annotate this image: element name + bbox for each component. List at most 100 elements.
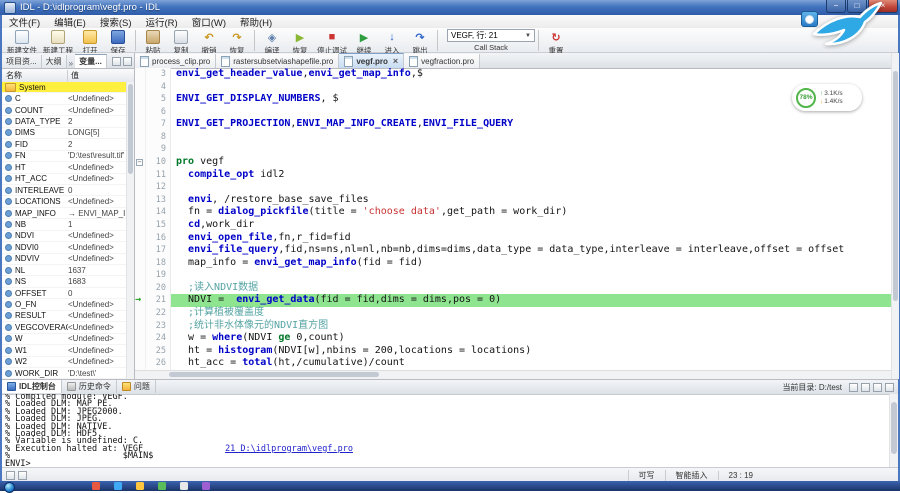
taskbar-app-2-icon[interactable] bbox=[114, 482, 122, 490]
console-tab[interactable]: 问题 bbox=[117, 380, 156, 393]
variable-row[interactable]: OFFSET 0 bbox=[2, 288, 127, 300]
code-line[interactable]: 15 cd,work_dir bbox=[135, 218, 891, 232]
toolbar-button-new-file[interactable]: 新建文件 bbox=[4, 29, 40, 56]
titlebar[interactable]: IDL - D:\idlprogram\vegf.pro - IDL − □ × bbox=[0, 0, 900, 15]
toolbar-button-continue[interactable]: 继续 bbox=[350, 29, 378, 56]
clear-console-icon[interactable] bbox=[849, 382, 858, 392]
scrollbar-thumb[interactable] bbox=[891, 402, 897, 454]
variable-row[interactable]: HT <Undefined> bbox=[2, 162, 127, 174]
taskbar-app-1-icon[interactable] bbox=[92, 482, 100, 490]
console-tab[interactable]: 历史命令 bbox=[62, 380, 117, 393]
variable-row[interactable]: FID 2 bbox=[2, 139, 127, 151]
toolbar-button-undo[interactable]: 撤销 bbox=[195, 29, 223, 56]
scrollbar-thumb[interactable] bbox=[169, 372, 379, 377]
code-line[interactable]: 12 bbox=[135, 181, 891, 194]
variable-row[interactable]: FN 'D:\test\result.tif' bbox=[2, 151, 127, 163]
left-panel-tab[interactable]: 变量... bbox=[75, 54, 107, 68]
menu-item[interactable]: 文件(F) bbox=[2, 15, 47, 29]
menu-item[interactable]: 窗口(W) bbox=[185, 15, 233, 29]
taskbar-app-3-icon[interactable] bbox=[136, 482, 144, 490]
close-tab-icon[interactable]: × bbox=[393, 56, 398, 66]
editor-tab[interactable]: vegfraction.pro bbox=[404, 54, 481, 68]
code-line[interactable]: 4 bbox=[135, 80, 891, 94]
statusbar-icon[interactable] bbox=[18, 470, 27, 480]
fold-collapse-icon[interactable]: − bbox=[136, 158, 143, 166]
variable-row[interactable]: COUNT <Undefined> bbox=[2, 105, 127, 117]
variable-row[interactable]: NDVIV <Undefined> bbox=[2, 254, 127, 265]
menu-item[interactable]: 编辑(E) bbox=[47, 15, 93, 29]
editor-horizontal-scrollbar[interactable] bbox=[135, 370, 891, 379]
variable-row[interactable]: VEGCOVERAGE<Undefined> bbox=[2, 322, 127, 334]
toolbar-button-step-into[interactable]: 进入 bbox=[378, 29, 406, 56]
editor-tab[interactable]: vegf.pro × bbox=[339, 53, 405, 68]
taskbar-app-4-icon[interactable] bbox=[158, 482, 166, 490]
toolbar-button-step-out[interactable]: 跳出 bbox=[406, 29, 434, 56]
editor-vertical-scrollbar[interactable] bbox=[891, 53, 899, 379]
toolbar-button-resume[interactable]: 恢复 bbox=[286, 29, 314, 56]
windows-taskbar[interactable] bbox=[0, 481, 900, 493]
variable-row[interactable]: HT_ACC <Undefined> bbox=[2, 174, 127, 185]
code-line[interactable]: 5 ENVI_GET_DISPLAY_NUMBERS, $ bbox=[135, 93, 891, 106]
code-line[interactable]: 25 ht = histogram(NDVI[w],nbins = 200,lo… bbox=[135, 344, 891, 358]
maximize-panel-icon[interactable] bbox=[885, 382, 894, 392]
menu-item[interactable]: 搜索(S) bbox=[93, 15, 139, 29]
source-link[interactable]: 21 D:\idlprogram\vegf.pro bbox=[225, 444, 353, 454]
code-line[interactable]: 13 envi, /restore_base_save_files bbox=[135, 193, 891, 207]
left-panel-tab[interactable]: 项目资... bbox=[2, 55, 42, 68]
speed-overlay[interactable]: 78% 3.1K/s 1.4K/s bbox=[792, 84, 862, 111]
code-line[interactable]: 20 ;读入NDVI数据 bbox=[135, 281, 891, 295]
code-line[interactable]: 9 bbox=[135, 143, 891, 157]
variable-row[interactable]: MAP_INFO → ENVI_MAP_INFO... bbox=[2, 208, 127, 220]
column-header-value[interactable]: 值 bbox=[68, 70, 134, 81]
code-line[interactable]: 23 ;统计非水体像元的NDVI直方图 bbox=[135, 319, 891, 333]
code-line[interactable]: 11 compile_opt idl2 bbox=[135, 168, 891, 182]
screenshot-tool-icon[interactable] bbox=[801, 11, 818, 27]
toolbar-button-paste[interactable]: 粘贴 bbox=[139, 29, 167, 56]
code-line[interactable]: 26 ht_acc = total(ht,/cumulative)/count bbox=[135, 357, 891, 370]
column-header-name[interactable]: 名称 bbox=[2, 70, 68, 81]
variable-row[interactable]: O_FN <Undefined> bbox=[2, 299, 127, 311]
toolbar-button-open[interactable]: 打开 bbox=[76, 29, 104, 56]
code-line[interactable]: 6 bbox=[135, 105, 891, 119]
scrollbar-thumb[interactable] bbox=[893, 71, 898, 301]
bird-logo-overlay[interactable] bbox=[810, 0, 884, 50]
variable-row[interactable]: W1 <Undefined> bbox=[2, 345, 127, 357]
toolbar-button-save[interactable]: 保存 bbox=[104, 29, 132, 56]
variable-row[interactable]: NDVI0 <Undefined> bbox=[2, 242, 127, 254]
code-line[interactable]: 24 w = where(NDVI ge 0,count) bbox=[135, 332, 891, 345]
code-line[interactable]: −10 pro vegf bbox=[135, 156, 891, 169]
collapse-all-icon[interactable] bbox=[112, 57, 121, 66]
console-tab[interactable]: IDL控制台 bbox=[2, 380, 62, 393]
code-line[interactable]: 14 fn = dialog_pickfile(title = 'choose … bbox=[135, 206, 891, 219]
scroll-lock-icon[interactable] bbox=[861, 382, 870, 392]
toolbar-button-new-project[interactable]: 新建工程 bbox=[40, 29, 76, 56]
menu-item[interactable]: 运行(R) bbox=[138, 15, 184, 29]
left-panel-tab[interactable]: 大纲 bbox=[41, 55, 67, 68]
code-line[interactable]: 3 envi_get_header_value,envi_get_map_info… bbox=[135, 68, 891, 81]
variable-row[interactable]: INTERLEAVE 0 bbox=[2, 185, 127, 197]
variable-row[interactable]: W <Undefined> bbox=[2, 334, 127, 346]
variable-row[interactable]: C <Undefined> bbox=[2, 93, 127, 105]
variable-row[interactable]: DIMS LONG[5] bbox=[2, 128, 127, 140]
variable-row[interactable]: LOCATIONS <Undefined> bbox=[2, 196, 127, 208]
code-line[interactable]: 17 envi_file_query,fid,ns=ns,nl=nl,nb=nb… bbox=[135, 244, 891, 257]
taskbar-app-5-icon[interactable] bbox=[180, 482, 188, 490]
code-line[interactable]: → 21 NDVI = envi_get_data(fid = fid,dims … bbox=[135, 294, 891, 307]
code-line[interactable]: 22 ;计算植被覆盖度 bbox=[135, 306, 891, 320]
code-line[interactable]: 8 bbox=[135, 130, 891, 144]
editor-tab[interactable]: process_clip.pro bbox=[135, 54, 217, 68]
variable-row[interactable]: WORK_DIR 'D:\test\' bbox=[2, 368, 127, 379]
variable-row[interactable]: NDVI <Undefined> bbox=[2, 231, 127, 243]
code-line[interactable]: 19 bbox=[135, 269, 891, 282]
variables-scrollbar[interactable] bbox=[126, 82, 134, 379]
reset-button[interactable]: 重置 bbox=[542, 29, 570, 56]
variable-row[interactable]: W2 <Undefined> bbox=[2, 357, 127, 368]
menu-item[interactable]: 帮助(H) bbox=[233, 15, 279, 29]
code-line[interactable]: 7 ENVI_GET_PROJECTION,ENVI_MAP_INFO_CREAT… bbox=[135, 118, 891, 131]
tab-overflow-chevron-icon[interactable]: » bbox=[67, 59, 75, 68]
variable-row[interactable]: NL 1637 bbox=[2, 265, 127, 277]
statusbar-icon[interactable] bbox=[6, 470, 15, 480]
scrollbar-thumb[interactable] bbox=[128, 84, 133, 174]
variable-row[interactable]: NS 1683 bbox=[2, 276, 127, 288]
code-line[interactable]: 18 map_info = envi_get_map_info(fid = fi… bbox=[135, 256, 891, 270]
